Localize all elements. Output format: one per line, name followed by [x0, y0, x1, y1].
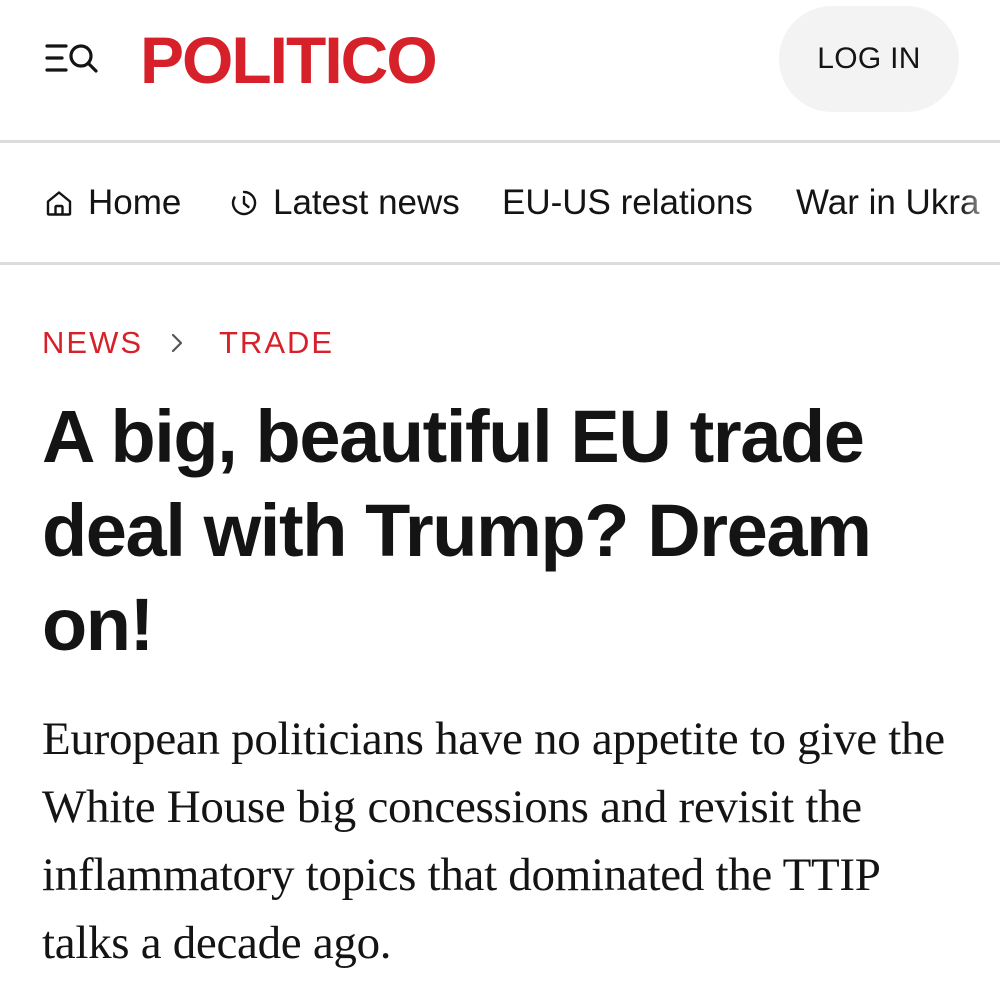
menu-search-icon — [45, 44, 98, 73]
nav-item-latest-news[interactable]: Latest news — [229, 143, 460, 262]
nav-item-label: Home — [88, 182, 182, 222]
login-button[interactable]: LOG IN — [779, 6, 959, 112]
home-icon — [44, 188, 74, 218]
article-dek: European politicians have no appetite to… — [42, 713, 945, 969]
nav-item-label: War in Ukra — [796, 182, 980, 222]
article-headline: A big, beautiful EU trade deal with Trum… — [42, 395, 872, 666]
chevron-right-icon — [169, 332, 185, 354]
breadcrumb: NEWS TRADE — [42, 320, 334, 366]
nav-item-label: Latest news — [273, 182, 460, 222]
politico-logo[interactable]: POLITICO — [140, 20, 438, 100]
nav-item-war-in-ukraine[interactable]: War in Ukra — [796, 143, 979, 262]
site-header: POLITICO LOG IN — [0, 0, 1000, 140]
clock-icon — [229, 188, 259, 218]
section-nav: Home Latest news EU-US relations War in … — [0, 143, 1000, 262]
breadcrumb-news-link[interactable]: NEWS — [42, 325, 143, 361]
nav-item-label: EU-US relations — [502, 182, 753, 222]
nav-divider — [0, 262, 1000, 265]
breadcrumb-trade-link[interactable]: TRADE — [219, 325, 334, 361]
menu-search-button[interactable] — [40, 36, 102, 84]
nav-item-eu-us-relations[interactable]: EU-US relations — [502, 143, 753, 262]
nav-item-home[interactable]: Home — [44, 143, 181, 262]
